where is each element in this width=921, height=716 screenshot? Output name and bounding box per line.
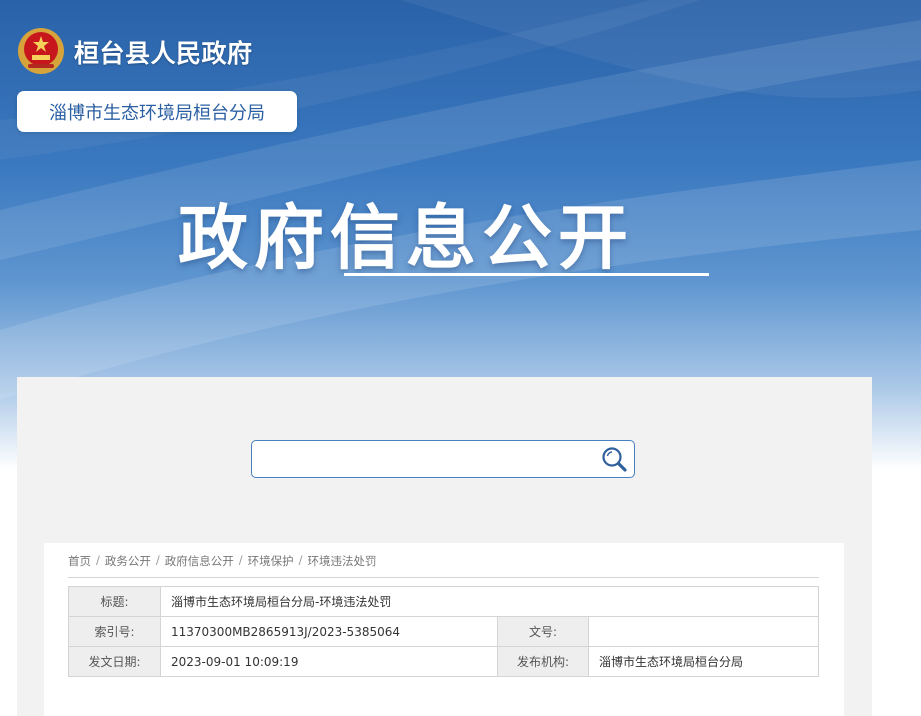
org-value: 淄博市生态环境局桓台分局 <box>588 646 819 677</box>
breadcrumb-env-protection[interactable]: 环境保护 <box>248 553 294 569</box>
national-emblem-icon[interactable] <box>16 26 66 76</box>
breadcrumb-separator: / <box>238 553 243 567</box>
hero-title: 政府信息公开 <box>178 197 634 279</box>
doc-number-value <box>588 616 819 647</box>
search-icon[interactable] <box>600 445 628 473</box>
breadcrumb-separator: / <box>96 553 100 567</box>
table-row: 发文日期: 2023-09-01 10:09:19 发布机构: 淄博市生态环境局… <box>68 646 819 677</box>
search-box <box>251 440 635 478</box>
breadcrumb-divider <box>68 577 819 578</box>
department-name[interactable]: 淄博市生态环境局桓台分局 <box>17 91 297 132</box>
site-name[interactable]: 桓台县人民政府 <box>74 34 253 70</box>
index-value: 11370300MB2865913J/2023-5385064 <box>160 616 498 647</box>
breadcrumb: 首页 / 政务公开 / 政府信息公开 / 环境保护 / 环境违法处罚 <box>68 553 377 569</box>
document-metadata-table: 标题: 淄博市生态环境局桓台分局-环境违法处罚 索引号: 11370300MB2… <box>68 586 819 677</box>
breadcrumb-home[interactable]: 首页 <box>68 553 91 569</box>
title-label: 标题: <box>68 586 161 617</box>
index-label: 索引号: <box>68 616 161 647</box>
search-input[interactable] <box>260 445 594 475</box>
date-label: 发文日期: <box>68 646 161 677</box>
breadcrumb-gov-affairs[interactable]: 政务公开 <box>105 553 151 569</box>
title-value: 淄博市生态环境局桓台分局-环境违法处罚 <box>160 586 819 617</box>
hero-underline <box>344 273 709 276</box>
breadcrumb-info-disclosure[interactable]: 政府信息公开 <box>165 553 234 569</box>
org-label: 发布机构: <box>497 646 589 677</box>
table-row: 标题: 淄博市生态环境局桓台分局-环境违法处罚 <box>68 586 819 617</box>
table-row: 索引号: 11370300MB2865913J/2023-5385064 文号: <box>68 616 819 647</box>
breadcrumb-separator: / <box>298 553 303 567</box>
breadcrumb-separator: / <box>155 553 160 567</box>
doc-number-label: 文号: <box>497 616 589 647</box>
date-value: 2023-09-01 10:09:19 <box>160 646 498 677</box>
breadcrumb-env-penalty[interactable]: 环境违法处罚 <box>308 553 377 569</box>
